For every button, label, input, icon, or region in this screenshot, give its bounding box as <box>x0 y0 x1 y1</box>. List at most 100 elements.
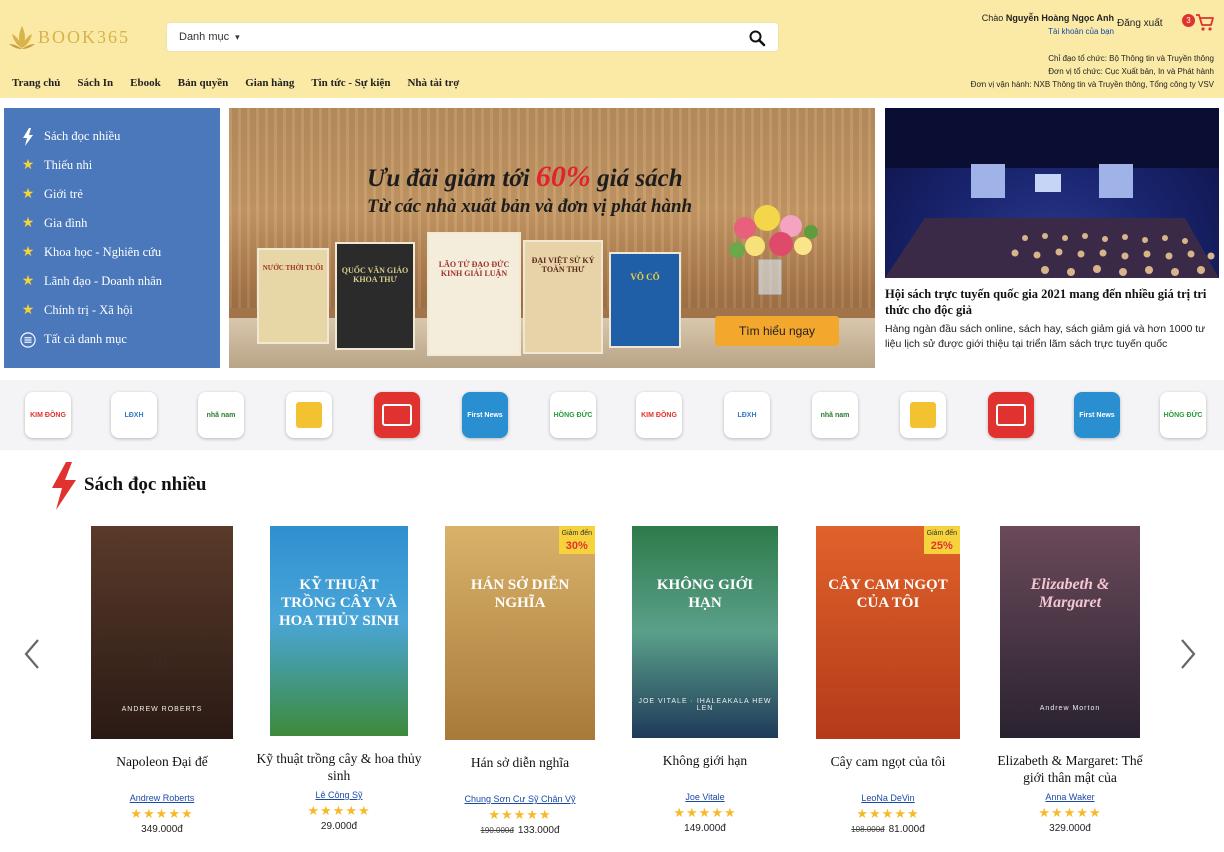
sidebar-item-most-read[interactable]: Sách đọc nhiều <box>20 122 220 151</box>
publisher-logo[interactable] <box>286 392 332 438</box>
book-cover[interactable]: KHÔNG GIỚI HẠN JOE VITALE · IHALEAKALA HE… <box>632 526 778 738</box>
book-price-row: 329.000đ <box>985 823 1155 834</box>
sidebar-item-youth[interactable]: ★ Giới trẻ <box>20 180 220 209</box>
book-title[interactable]: Kỹ thuật trồng cây & hoa thủy sinh <box>254 750 424 786</box>
book-old-price: 108.000đ <box>851 825 885 834</box>
sidebar-item-politics[interactable]: ★ Chính trị - Xã hội <box>20 296 220 325</box>
cart-count-badge: 3 <box>1182 14 1195 27</box>
book-card[interactable]: NAPOLEON ĐẠI ĐẾ ANDREW ROBERTS Napoleon Đạ… <box>77 526 247 835</box>
header: BOOK365 Danh mục ▾ Trang chủ Sách In Eboo… <box>0 0 1224 98</box>
promo-banner[interactable]: Ưu đãi giảm tới 60% giá sách Từ các nhà … <box>229 108 875 368</box>
greeting-text: Chào <box>981 13 1004 23</box>
sidebar-item-family[interactable]: ★ Gia đình <box>20 209 220 238</box>
publisher-logo[interactable]: First News <box>1074 392 1120 438</box>
book-author[interactable]: Lê Công Sỹ <box>254 790 424 800</box>
learn-more-button[interactable]: Tìm hiểu ngay <box>715 316 839 346</box>
sidebar-item-label: Chính trị - Xã hội <box>44 303 133 317</box>
sidebar-item-leadership[interactable]: ★ Lãnh đạo - Doanh nhân <box>20 267 220 296</box>
book-title[interactable]: Cây cam ngọt của tôi <box>803 753 973 789</box>
star-icon: ★ <box>21 216 35 231</box>
publisher-logo[interactable] <box>374 392 420 438</box>
rating-stars: ★★★★★ <box>435 807 605 823</box>
sidebar-item-all[interactable]: Tất cả danh mục <box>20 325 220 354</box>
book-card[interactable]: KỸ THUẬT TRỒNG CÂY VÀ HOA THỦY SINH Kỹ th… <box>254 526 424 832</box>
star-icon: ★ <box>1076 805 1089 820</box>
book-cover-title: Elizabeth & Margaret <box>1030 576 1110 611</box>
book-card[interactable]: CÂY CAM NGỌT CỦA TÔI Giảm đến 25% Cây cam n… <box>803 526 973 835</box>
book-title[interactable]: Hán sở diễn nghĩa <box>435 754 605 790</box>
carousel-prev-icon[interactable] <box>22 638 42 670</box>
book-author[interactable]: LeoNa DeVin <box>803 793 973 803</box>
star-icon: ★ <box>673 805 687 820</box>
star-icon: ★ <box>869 806 882 821</box>
sidebar-item-label: Lãnh đạo - Doanh nhân <box>44 274 163 288</box>
nav-news[interactable]: Tin tức - Sự kiện <box>311 77 390 89</box>
carousel-next-icon[interactable] <box>1178 638 1198 670</box>
publisher-logo-label: HỒNG ĐỨC <box>553 411 593 419</box>
book-cover-subtitle: JOE VITALE · IHALEAKALA HEW LEN <box>638 698 772 712</box>
publisher-logo[interactable] <box>900 392 946 438</box>
logo[interactable]: BOOK365 <box>8 20 148 54</box>
nav-copyright[interactable]: Bản quyền <box>178 77 228 89</box>
rating-stars: ★★★★★ <box>985 805 1155 821</box>
book-card[interactable]: Elizabeth & Margaret Andrew Morton Elizabe… <box>985 526 1155 834</box>
book-cover[interactable]: HÁN SỞ DIỄN NGHĨA Giảm đến 30% <box>445 526 595 740</box>
book-price: 329.000đ <box>1049 823 1091 834</box>
search-category-select[interactable]: Danh mục ▾ <box>179 31 240 43</box>
user-name: Nguyễn Hoàng Ngọc Anh <box>1005 13 1114 23</box>
sidebar-item-children[interactable]: ★ Thiếu nhi <box>20 151 220 180</box>
banner-headline: Ưu đãi giảm tới 60% giá sách <box>367 160 683 194</box>
book-cover-subtitle: Andrew Morton <box>1039 705 1101 712</box>
publisher-logo[interactable]: HỒNG ĐỨC <box>550 392 596 438</box>
book-author[interactable]: Anna Waker <box>985 792 1155 802</box>
star-icon: ★ <box>180 806 194 821</box>
banner-book-title: QUỐC VĂN GIÁO KHOA THƯ <box>341 266 409 284</box>
publisher-logo[interactable]: HỒNG ĐỨC <box>1160 392 1206 438</box>
book-card[interactable]: HÁN SỞ DIỄN NGHĨA Giảm đến 30% Hán sở diễn … <box>435 526 605 836</box>
nav-sponsors[interactable]: Nhà tài trợ <box>407 77 459 89</box>
star-icon: ★ <box>686 805 699 820</box>
book-cover[interactable]: CÂY CAM NGỌT CỦA TÔI Giảm đến 25% <box>816 526 960 739</box>
search-icon[interactable] <box>748 29 766 47</box>
book-cover-title: NAPOLEON ĐẠI ĐẾ <box>103 637 221 671</box>
nav-print-books[interactable]: Sách In <box>77 77 113 89</box>
book-author[interactable]: Chung Sơn Cư Sỹ Chân Vỹ <box>435 794 605 804</box>
book-cover[interactable]: NAPOLEON ĐẠI ĐẾ ANDREW ROBERTS <box>91 526 233 739</box>
account-link[interactable]: Tài khoản của bạn <box>982 27 1114 36</box>
book-cover[interactable]: KỸ THUẬT TRỒNG CÂY VÀ HOA THỦY SINH <box>270 526 408 736</box>
book-title[interactable]: Không giới hạn <box>620 752 790 788</box>
publisher-logo[interactable]: KIM ĐỒNG <box>25 392 71 438</box>
sidebar-item-science[interactable]: ★ Khoa học - Nghiên cứu <box>20 238 220 267</box>
banner-book: LÃO TỬ ĐẠO ĐỨC KINH GIẢI LUẬN <box>427 232 521 356</box>
book-title[interactable]: Elizabeth & Margaret: Thế giới thân mật … <box>985 752 1155 788</box>
book-title[interactable]: Napoleon Đại đế <box>77 753 247 789</box>
publisher-logo[interactable]: nhã nam <box>812 392 858 438</box>
book-card[interactable]: KHÔNG GIỚI HẠN JOE VITALE · IHALEAKALA HE… <box>620 526 790 834</box>
organizer-line: Chỉ đạo tổ chức: Bộ Thông tin và Truyền … <box>1048 54 1214 63</box>
star-icon: ★ <box>906 806 920 821</box>
nav-booths[interactable]: Gian hàng <box>245 77 294 89</box>
publisher-logo[interactable]: First News <box>462 392 508 438</box>
star-icon: ★ <box>881 806 895 821</box>
banner-book: VÕ CỔ <box>609 252 681 348</box>
nav-home[interactable]: Trang chủ <box>12 77 60 89</box>
book-cover[interactable]: Elizabeth & Margaret Andrew Morton <box>1000 526 1140 738</box>
book-author[interactable]: Andrew Roberts <box>77 793 247 803</box>
book-author[interactable]: Joe Vitale <box>620 792 790 802</box>
logo-text: BOOK365 <box>38 26 131 47</box>
banner-book: ĐẠI VIỆT SỬ KÝ TOÀN THƯ <box>523 240 603 354</box>
publisher-logo[interactable]: LĐXH <box>111 392 157 438</box>
news-card[interactable]: Hội sách trực tuyến quốc gia 2021 mang đ… <box>885 108 1219 368</box>
logout-link[interactable]: Đăng xuất <box>1117 18 1163 29</box>
publisher-logo[interactable] <box>988 392 1034 438</box>
discount-label: Giảm đến <box>926 530 957 537</box>
cart-button[interactable]: 3 <box>1182 12 1216 34</box>
book-price: 81.000đ <box>888 824 925 835</box>
publisher-logo[interactable]: KIM ĐỒNG <box>636 392 682 438</box>
search-bar[interactable]: Danh mục ▾ <box>166 22 779 52</box>
nav-ebook[interactable]: Ebook <box>130 77 161 89</box>
news-title[interactable]: Hội sách trực tuyến quốc gia 2021 mang đ… <box>885 286 1219 318</box>
publisher-logo[interactable]: nhã nam <box>198 392 244 438</box>
publisher-logo[interactable]: LĐXH <box>724 392 770 438</box>
star-icon: ★ <box>1063 805 1077 820</box>
